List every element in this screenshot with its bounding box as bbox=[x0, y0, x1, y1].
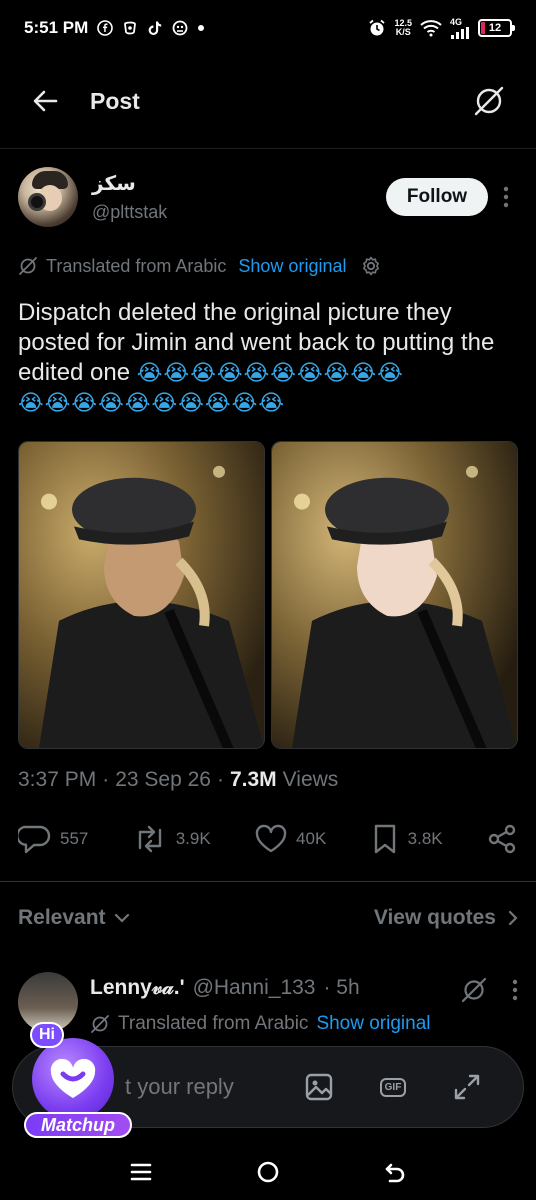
heart-icon bbox=[255, 824, 287, 853]
system-nav-bar bbox=[0, 1144, 536, 1200]
like-count: 40K bbox=[296, 829, 327, 848]
author-handle[interactable]: @plttstak bbox=[92, 202, 167, 223]
gif-icon: GIF bbox=[379, 1077, 407, 1097]
tweet-media bbox=[18, 441, 518, 749]
home-circle-icon bbox=[257, 1161, 279, 1183]
expand-composer-button[interactable] bbox=[439, 1067, 495, 1107]
repost-count: 3.9K bbox=[175, 829, 211, 848]
add-image-button[interactable] bbox=[291, 1067, 347, 1107]
replies-header: Relevant View quotes bbox=[18, 898, 518, 938]
gear-icon[interactable] bbox=[360, 255, 382, 277]
back-arrow-icon bbox=[385, 1163, 404, 1183]
image-icon bbox=[305, 1073, 333, 1101]
ghost-app-icon bbox=[172, 20, 188, 36]
top-bar: Post bbox=[0, 68, 536, 134]
tweet-date: 23 Sep 26 bbox=[115, 768, 211, 791]
expand-icon bbox=[454, 1074, 480, 1100]
translate-toggle-button[interactable] bbox=[466, 81, 506, 121]
reply-count: 557 bbox=[60, 829, 89, 848]
reply-show-original-link[interactable]: Show original bbox=[316, 1013, 430, 1035]
add-gif-button[interactable]: GIF bbox=[365, 1067, 421, 1107]
pinterest-like-icon bbox=[122, 20, 138, 36]
reply-author-handle[interactable]: @Hanni_133 bbox=[193, 976, 316, 1000]
view-quotes-label: View quotes bbox=[373, 906, 496, 929]
network-speed: 12.5 K/S bbox=[394, 19, 412, 37]
tweet-meta: 3:37 PM · 23 Sep 26 · 7.3M Views bbox=[18, 768, 339, 792]
show-original-link[interactable]: Show original bbox=[238, 256, 346, 277]
more-options-button[interactable] bbox=[494, 178, 518, 216]
reply-translated-label: Translated from Arabic bbox=[118, 1013, 309, 1034]
hi-badge: Hi bbox=[30, 1022, 64, 1048]
emoji-sequence-2: 😭😭😭😭😭😭😭😭😭😭 bbox=[18, 390, 286, 415]
tweet-author: سکز @plttstak Follow bbox=[18, 166, 518, 228]
author-name[interactable]: سکز bbox=[92, 171, 167, 196]
tweet-photo-1[interactable] bbox=[18, 441, 265, 749]
battery-level: 12 bbox=[488, 22, 502, 34]
translate-icon bbox=[474, 86, 504, 116]
translated-label: Translated from Arabic bbox=[46, 255, 227, 276]
comment-icon bbox=[18, 825, 51, 854]
bookmark-count: 3.8K bbox=[407, 829, 443, 848]
dot-indicator-icon bbox=[197, 24, 205, 32]
tiktok-icon bbox=[147, 20, 163, 36]
status-time: 5:51 PM bbox=[24, 18, 89, 37]
emoji-sequence-1: 😭😭😭😭😭😭😭😭😭😭 bbox=[136, 360, 404, 385]
network-type: 4G bbox=[450, 16, 463, 27]
tweet-actions: 557 3.9K 40K 3.8K bbox=[18, 816, 518, 862]
like-button[interactable]: 40K bbox=[254, 824, 326, 854]
menu-icon bbox=[131, 1163, 152, 1181]
translation-notice: Translated from Arabic Show original bbox=[18, 255, 382, 277]
bookmark-button[interactable]: 3.8K bbox=[370, 823, 443, 855]
chevron-down-icon bbox=[114, 913, 129, 923]
follow-button[interactable]: Follow bbox=[386, 178, 488, 216]
views-count[interactable]: 7.3M bbox=[230, 768, 277, 792]
author-avatar[interactable] bbox=[18, 167, 78, 227]
reply-author-name[interactable]: Lenny𝓋𝒶.' bbox=[90, 976, 185, 1000]
views-label: Views bbox=[282, 768, 339, 791]
reply-button[interactable]: 557 bbox=[18, 823, 88, 855]
arrow-left-icon bbox=[33, 90, 58, 112]
sort-label: Relevant bbox=[18, 906, 106, 929]
matchup-label: Matchup bbox=[24, 1112, 132, 1138]
repost-icon bbox=[138, 825, 161, 853]
facebook-icon bbox=[97, 20, 114, 36]
page-title: Post bbox=[90, 87, 140, 114]
status-bar: 5:51 PM 12.5 K/S 4G 12 bbox=[0, 0, 536, 56]
tweet-text: Dispatch deleted the original picture th… bbox=[18, 298, 518, 418]
share-button[interactable] bbox=[486, 823, 518, 855]
repost-button[interactable]: 3.9K bbox=[132, 824, 211, 854]
wifi-icon bbox=[420, 19, 442, 37]
recent-apps-button[interactable] bbox=[121, 1152, 161, 1192]
more-vertical-icon[interactable] bbox=[512, 979, 518, 1001]
tweet-time: 3:37 PM bbox=[18, 768, 97, 791]
actions-divider bbox=[0, 881, 536, 882]
reply-input[interactable]: t your reply bbox=[125, 1074, 273, 1100]
network-speed-unit: K/S bbox=[395, 27, 411, 37]
sort-dropdown[interactable]: Relevant bbox=[18, 906, 130, 930]
header-divider bbox=[0, 148, 536, 149]
battery-icon: 12 bbox=[478, 19, 515, 37]
chevron-right-icon bbox=[508, 910, 518, 926]
translate-icon[interactable] bbox=[460, 976, 488, 1004]
view-quotes-link[interactable]: View quotes bbox=[374, 906, 518, 930]
more-vertical-icon bbox=[503, 186, 509, 208]
matchup-logo bbox=[32, 1038, 114, 1120]
heart-logo-icon bbox=[50, 1058, 96, 1098]
bookmark-icon bbox=[374, 824, 395, 854]
alarm-icon bbox=[368, 19, 386, 37]
back-button[interactable] bbox=[30, 81, 70, 121]
share-icon bbox=[488, 824, 516, 854]
reply-age: · 5h bbox=[323, 976, 360, 999]
matchup-floating-widget[interactable]: Hi Matchup bbox=[18, 1022, 136, 1140]
home-button[interactable] bbox=[248, 1152, 288, 1192]
tweet-photo-2[interactable] bbox=[271, 441, 518, 749]
system-back-button[interactable] bbox=[375, 1152, 415, 1192]
translate-icon bbox=[19, 257, 37, 275]
cellular-signal-icon: 4G bbox=[450, 16, 470, 39]
